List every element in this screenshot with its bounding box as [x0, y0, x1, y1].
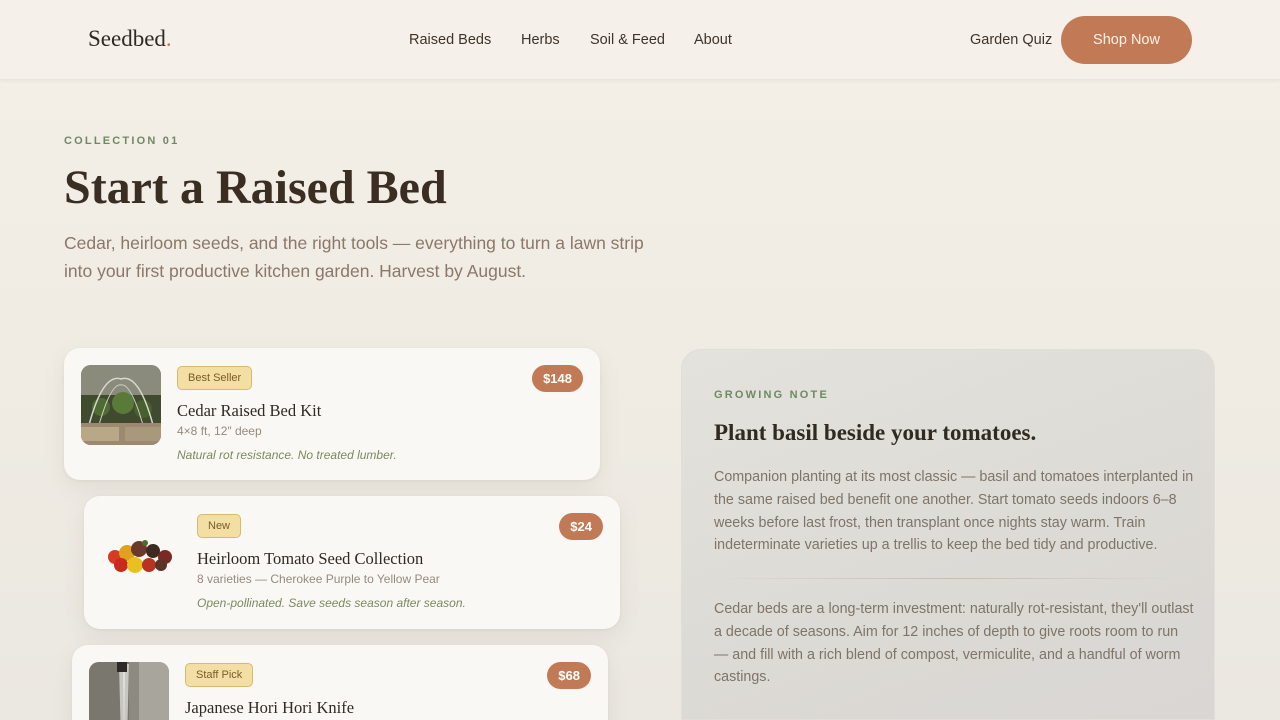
knife-photo [89, 662, 169, 720]
product-name[interactable]: Heirloom Tomato Seed Collection [197, 549, 423, 569]
price-tag: $148 [532, 365, 583, 392]
growing-note-panel: GROWING NOTE Plant basil beside your tom… [681, 349, 1215, 720]
nav-link-herbs[interactable]: Herbs [521, 32, 560, 48]
nav-link-soil-feed[interactable]: Soil & Feed [590, 32, 665, 48]
product-note: Open-pollinated. Save seeds season after… [197, 596, 466, 610]
product-spec: 8 varieties — Cherokee Purple to Yellow … [197, 572, 440, 586]
product-card-cedar-bed[interactable]: Best Seller $148 Cedar Raised Bed Kit 4×… [64, 348, 600, 480]
page-title: Start a Raised Bed [64, 161, 447, 214]
staff-pick-badge: Staff Pick [185, 663, 254, 687]
price-tag: $68 [547, 662, 591, 689]
product-note: Natural rot resistance. No treated lumbe… [177, 448, 397, 462]
logo[interactable]: Seedbed. [88, 26, 172, 52]
growing-note-paragraph: Companion planting at its most classic —… [714, 469, 1194, 554]
logo-dot: . [165, 26, 172, 51]
top-nav-bar: Seedbed. Raised Beds Herbs Soil & Feed A… [0, 0, 1280, 80]
collection-eyebrow: COLLECTION 01 [64, 135, 180, 147]
tomatoes-photo [101, 513, 181, 593]
product-spec: 4×8 ft, 12″ deep [177, 424, 262, 438]
raised-bed-photo [81, 365, 161, 445]
garden-quiz-link[interactable]: Garden Quiz [970, 32, 1052, 48]
growing-note-eyebrow: GROWING NOTE [714, 389, 830, 401]
best-seller-badge: Best Seller [177, 366, 253, 390]
growing-note-title: Plant basil beside your tomatoes. [714, 420, 1037, 445]
price-tag: $24 [559, 513, 603, 540]
product-card-hori-hori-knife[interactable]: Staff Pick $68 Japanese Hori Hori Knife [72, 645, 608, 720]
product-card-tomato-seeds[interactable]: New $24 Heirloom Tomato Seed Collection … [84, 496, 620, 629]
nav-link-raised-beds[interactable]: Raised Beds [409, 32, 491, 48]
nav-link-about[interactable]: About [694, 32, 732, 48]
shop-now-button[interactable]: Shop Now [1061, 16, 1192, 64]
new-badge: New [197, 514, 242, 538]
product-name[interactable]: Japanese Hori Hori Knife [185, 698, 354, 718]
product-name[interactable]: Cedar Raised Bed Kit [177, 401, 321, 421]
divider [714, 578, 1184, 579]
hero-subtitle: Cedar, heirloom seeds, and the right too… [64, 233, 644, 281]
logo-text: Seedbed [88, 26, 166, 51]
growing-note-paragraph: Cedar beds are a long-term investment: n… [714, 601, 1194, 686]
